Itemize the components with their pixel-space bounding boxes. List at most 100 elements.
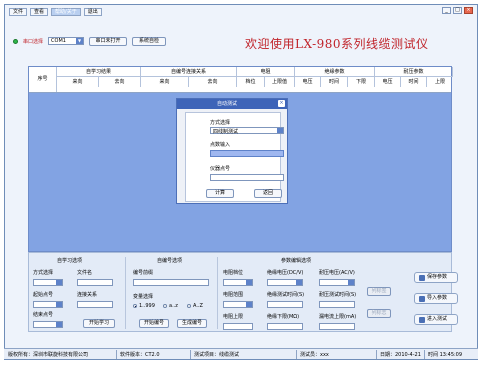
radio-numeric[interactable] bbox=[133, 304, 137, 308]
hv-voltage-label: 耐压电压(AC/V) bbox=[319, 270, 355, 276]
format-label: 变量选择 bbox=[133, 294, 154, 300]
status-led-icon bbox=[13, 38, 18, 44]
port-select[interactable]: COM1 ▼ bbox=[48, 37, 85, 45]
header-ins-time: 时间 bbox=[321, 77, 348, 87]
divider bbox=[376, 350, 377, 359]
import-params-button[interactable]: 导入参数 bbox=[414, 293, 458, 304]
column-label-button[interactable]: 列标签 bbox=[367, 287, 391, 296]
dialog-method-value: 四线制测试 bbox=[213, 129, 239, 135]
dialog-title: 自动测试 bbox=[217, 101, 238, 107]
status-date: 日期：2010-4-21 bbox=[380, 352, 421, 358]
radio-numeric-label: 1..999 bbox=[139, 303, 155, 309]
self-check-button[interactable]: 系统自检 bbox=[132, 36, 167, 46]
header-hv-time: 时间 bbox=[401, 77, 427, 87]
mode-select[interactable] bbox=[33, 279, 63, 286]
header-hv-upper: 上限 bbox=[434, 79, 445, 85]
header-group-number: 自编号连接关系 bbox=[141, 67, 237, 77]
ins-voltage-select[interactable] bbox=[267, 279, 303, 286]
header-group-insulation: 绝缘参数 bbox=[295, 67, 375, 77]
start-point-select[interactable] bbox=[33, 301, 63, 308]
prefix-label: 编号前缀 bbox=[133, 270, 154, 276]
save-params-button[interactable]: 保存参数 bbox=[414, 272, 458, 283]
save-icon bbox=[419, 274, 425, 281]
port-value: COM1 bbox=[51, 38, 66, 44]
res-upper-input[interactable] bbox=[223, 323, 253, 330]
header-res-range: 档位 bbox=[237, 77, 265, 87]
dialog-calc-button[interactable]: 计算 bbox=[206, 189, 234, 198]
menu-view[interactable]: 查看 bbox=[30, 7, 49, 16]
dialog-points-input[interactable] bbox=[210, 150, 284, 157]
status-company: 版权所有：深圳市联旋科技有限公司 bbox=[8, 352, 89, 358]
header-group-hipot: 耐压参数 bbox=[375, 67, 453, 77]
minimize-button[interactable]: _ bbox=[442, 7, 451, 14]
res-range-label: 电阻档位 bbox=[223, 270, 244, 276]
prefix-input[interactable] bbox=[133, 279, 209, 286]
radio-uppercase[interactable] bbox=[187, 304, 191, 308]
status-test-item: 测试项目：线缆测试 bbox=[194, 352, 240, 358]
ins-time-label: 绝缘测试时间(S) bbox=[267, 292, 305, 298]
self-number-title: 自编号选项 bbox=[157, 258, 183, 264]
chevron-down-icon bbox=[56, 302, 62, 307]
header-number-from: 来向 bbox=[141, 77, 189, 87]
enter-test-button[interactable]: 进入测试 bbox=[414, 314, 458, 325]
ins-time-input[interactable] bbox=[267, 301, 303, 308]
chevron-down-icon bbox=[56, 280, 62, 285]
res-limit-select[interactable] bbox=[223, 301, 253, 308]
relation-input[interactable] bbox=[77, 301, 113, 308]
leak-label: 漏电流上限(mA) bbox=[319, 314, 357, 320]
hv-time-input[interactable] bbox=[319, 301, 355, 308]
column-flag-button[interactable]: 列标志 bbox=[367, 309, 391, 318]
dialog-method-select[interactable]: 四线制测试 bbox=[210, 127, 284, 135]
status-bar: 版权所有：深圳市联旋科技有限公司 软件版本：CT2.0 测试项目：线缆测试 测试… bbox=[4, 348, 478, 359]
header-hv-voltage: 电压 bbox=[375, 77, 401, 87]
hv-voltage-select[interactable] bbox=[319, 279, 355, 286]
chevron-down-icon bbox=[348, 280, 354, 285]
ins-voltage-label: 绝缘电压(DC/V) bbox=[267, 270, 304, 276]
filename-input[interactable] bbox=[77, 279, 113, 286]
open-port-button[interactable]: 串口未打开 bbox=[89, 36, 128, 46]
chevron-down-icon bbox=[296, 280, 302, 285]
start-number-button[interactable]: 开始编号 bbox=[139, 319, 169, 328]
ins-lower-label: 绝缘下限(MΩ) bbox=[267, 314, 300, 320]
mode-label: 方式选择 bbox=[33, 270, 54, 276]
res-range-select[interactable] bbox=[223, 279, 253, 286]
dialog-back-button[interactable]: 返回 bbox=[254, 189, 282, 198]
params-title: 参数编辑选项 bbox=[281, 258, 312, 264]
radio-lowercase-label: a..z bbox=[169, 303, 178, 309]
header-group-learn: 自学习结果 bbox=[57, 67, 141, 77]
dialog-device-label: 仪器点号 bbox=[210, 166, 231, 172]
menu-file[interactable]: 文件 bbox=[9, 7, 28, 16]
toolbar: 串口选择 COM1 ▼ 串口未打开 系统自检 bbox=[13, 35, 167, 47]
end-point-select[interactable] bbox=[33, 321, 63, 328]
dialog-device-input[interactable] bbox=[210, 174, 284, 181]
start-learn-button[interactable]: 开始学习 bbox=[83, 319, 115, 328]
radio-uppercase-label: A..Z bbox=[193, 303, 203, 309]
enter-test-label: 进入测试 bbox=[427, 316, 448, 322]
divider bbox=[190, 350, 191, 359]
leak-input[interactable] bbox=[319, 323, 355, 330]
status-time: 时间 13:45:09 bbox=[428, 352, 463, 358]
divider bbox=[217, 257, 218, 329]
menu-help[interactable]: 帮助/关于 bbox=[51, 7, 81, 16]
chevron-down-icon bbox=[246, 280, 252, 285]
header-number-to: 去向 bbox=[189, 77, 237, 87]
header-ins-voltage: 电压 bbox=[295, 77, 321, 87]
maximize-button[interactable]: □ bbox=[453, 7, 462, 14]
hv-time-label: 耐压测试时间(S) bbox=[319, 292, 357, 298]
port-label: 串口选择 bbox=[23, 38, 44, 45]
chevron-down-icon: ▼ bbox=[76, 38, 84, 44]
chevron-down-icon bbox=[246, 302, 252, 307]
chevron-down-icon bbox=[56, 322, 62, 327]
end-point-label: 结束点号 bbox=[33, 312, 54, 318]
ins-lower-input[interactable] bbox=[267, 323, 303, 330]
header-learn-from: 来向 bbox=[57, 77, 99, 87]
close-button[interactable]: × bbox=[464, 7, 473, 14]
header-learn-to: 去向 bbox=[99, 77, 141, 87]
status-tester: 测试员：xxx bbox=[300, 352, 329, 358]
table-header: 序号 自学习结果 自编号连接关系 电阻 绝缘参数 耐压参数 来向 去向 来向 去… bbox=[29, 67, 453, 93]
close-icon[interactable]: × bbox=[278, 100, 285, 107]
radio-lowercase[interactable] bbox=[163, 304, 167, 308]
menu-exit[interactable]: 退出 bbox=[83, 7, 102, 16]
generate-number-button[interactable]: 生成编号 bbox=[177, 319, 207, 328]
import-icon bbox=[419, 295, 425, 302]
